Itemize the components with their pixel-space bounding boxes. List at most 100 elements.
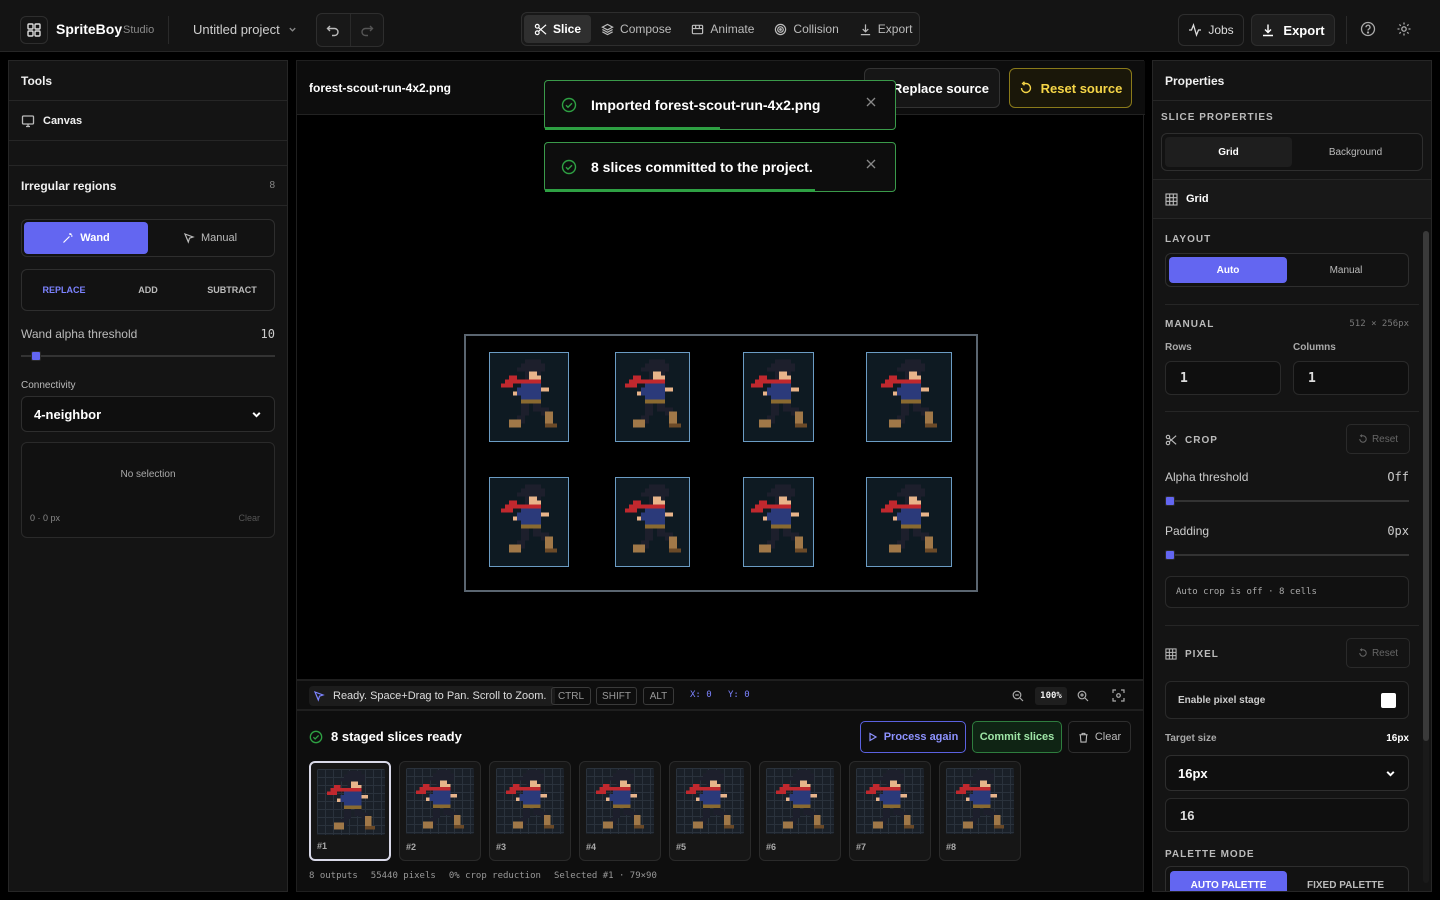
magic-wand-icon xyxy=(63,233,73,243)
tab-background[interactable]: Background xyxy=(1292,137,1419,167)
staged-slice-thumbnail[interactable]: #1 xyxy=(309,761,391,861)
slice-preview xyxy=(496,768,564,834)
alpha-threshold-slider[interactable] xyxy=(1165,495,1409,507)
padding-slider[interactable] xyxy=(1165,549,1409,561)
fit-view-icon[interactable] xyxy=(1112,689,1125,702)
target-size-input[interactable]: 16 xyxy=(1165,798,1409,832)
undo-icon xyxy=(326,25,339,37)
target-size-value: 16px xyxy=(1386,733,1409,744)
jobs-button[interactable]: Jobs xyxy=(1178,14,1244,46)
staged-slices-panel: 8 staged slices ready Process again Comm… xyxy=(296,710,1144,892)
project-selector[interactable]: Untitled project xyxy=(193,22,297,37)
staged-slice-thumbnail[interactable]: #4 xyxy=(579,761,661,861)
op-add[interactable]: ADD xyxy=(106,270,190,310)
key-shift: SHIFT xyxy=(596,687,637,705)
tab-grid[interactable]: Grid xyxy=(1165,137,1292,167)
enable-pixel-stage-row[interactable]: Enable pixel stage xyxy=(1165,681,1409,719)
slice-preview xyxy=(317,769,385,835)
sprite-frame[interactable] xyxy=(615,477,690,567)
reset-source-button[interactable]: Reset source xyxy=(1009,68,1132,108)
crop-note: Auto crop is off · 8 cells xyxy=(1165,576,1409,608)
staged-slice-thumbnail[interactable]: #2 xyxy=(399,761,481,861)
auto-palette-tab[interactable]: AUTO PALETTE xyxy=(1170,871,1287,891)
zoom-in-icon[interactable] xyxy=(1077,690,1089,702)
columns-label: Columns xyxy=(1293,342,1336,353)
clear-staged-button[interactable]: Clear xyxy=(1068,721,1131,753)
close-icon[interactable] xyxy=(865,158,877,170)
commit-slices-button[interactable]: Commit slices xyxy=(972,721,1062,753)
staged-slice-thumbnail[interactable]: #8 xyxy=(939,761,1021,861)
canvas-tool[interactable]: Canvas xyxy=(9,101,287,141)
scrollbar-thumb[interactable] xyxy=(1423,231,1429,741)
layout-manual[interactable]: Manual xyxy=(1287,257,1405,283)
tab-slice[interactable]: Slice xyxy=(524,15,592,43)
sprite-frame[interactable] xyxy=(743,352,814,442)
slice-number: #5 xyxy=(676,842,687,852)
selection-info: No selection 0 · 0 px Clear xyxy=(21,442,275,538)
sprite-frame[interactable] xyxy=(743,477,814,567)
tab-compose[interactable]: Compose xyxy=(591,15,681,43)
staged-slice-thumbnail[interactable]: #6 xyxy=(759,761,841,861)
slice-preview xyxy=(766,768,834,834)
crop-header: CROP xyxy=(1165,434,1218,446)
redo-icon xyxy=(361,25,374,37)
enable-pixel-checkbox[interactable] xyxy=(1381,692,1396,708)
slice-preview xyxy=(676,768,744,834)
help-icon[interactable] xyxy=(1359,20,1377,38)
connectivity-select[interactable]: 4-neighbor xyxy=(21,396,275,432)
divider xyxy=(1165,304,1419,305)
clear-selection-button[interactable]: Clear xyxy=(238,513,260,523)
slice-number: #2 xyxy=(406,842,417,852)
irregular-regions-header[interactable]: Irregular regions 8 xyxy=(9,166,287,206)
sprite-frame[interactable] xyxy=(866,352,952,442)
tab-export[interactable]: Export xyxy=(849,15,923,43)
sprite-image xyxy=(621,484,685,560)
layers-icon xyxy=(601,23,614,35)
fixed-palette-tab[interactable]: FIXED PALETTE xyxy=(1287,871,1404,891)
export-button[interactable]: Export xyxy=(1251,14,1335,46)
wand-threshold-value: 10 xyxy=(260,327,275,341)
slider-thumb[interactable] xyxy=(1165,496,1175,506)
staged-slice-thumbnail[interactable]: #7 xyxy=(849,761,931,861)
columns-input[interactable]: 1 xyxy=(1293,361,1409,395)
undo-button[interactable] xyxy=(317,14,350,46)
settings-gear-icon[interactable] xyxy=(1395,20,1413,38)
sprite-frame[interactable] xyxy=(615,352,690,442)
spacer xyxy=(9,141,287,166)
palette-mode-toggle: AUTO PALETTE FIXED PALETTE xyxy=(1165,866,1409,891)
layout-auto[interactable]: Auto xyxy=(1169,257,1287,283)
toast-progress xyxy=(545,127,720,130)
wand-tool-button[interactable]: Wand xyxy=(24,222,148,254)
close-icon[interactable] xyxy=(865,96,877,108)
op-subtract[interactable]: SUBTRACT xyxy=(190,270,274,310)
divider xyxy=(1346,16,1347,44)
film-icon xyxy=(692,24,704,34)
tab-collision[interactable]: Collision xyxy=(764,15,848,43)
sprite-sheet[interactable] xyxy=(464,334,978,592)
crop-reset-button[interactable]: Reset xyxy=(1346,424,1410,454)
op-replace[interactable]: REPLACE xyxy=(22,270,106,310)
rows-input[interactable]: 1 xyxy=(1165,361,1281,395)
tab-animate[interactable]: Animate xyxy=(681,15,764,43)
zoom-out-icon[interactable] xyxy=(1012,690,1024,702)
manual-tool-button[interactable]: Manual xyxy=(148,222,272,254)
redo-button[interactable] xyxy=(349,14,384,46)
staged-slice-thumbnail[interactable]: #5 xyxy=(669,761,751,861)
process-again-button[interactable]: Process again xyxy=(860,721,966,753)
app-grid-icon[interactable] xyxy=(20,16,48,44)
check-circle-icon xyxy=(309,730,323,743)
sprite-frame[interactable] xyxy=(489,352,569,442)
slider-thumb[interactable] xyxy=(1165,550,1175,560)
sprite-frame[interactable] xyxy=(489,477,569,567)
slider-thumb[interactable] xyxy=(30,351,41,361)
grid-section-header[interactable]: Grid xyxy=(1153,179,1431,219)
toast-progress xyxy=(545,189,815,192)
slice-preview xyxy=(406,768,474,834)
target-size-select[interactable]: 16px xyxy=(1165,755,1409,791)
wand-threshold-slider[interactable] xyxy=(21,350,275,362)
staged-slice-thumbnail[interactable]: #3 xyxy=(489,761,571,861)
scrollbar[interactable] xyxy=(1423,231,1429,883)
sprite-frame[interactable] xyxy=(866,477,952,567)
zoom-level[interactable]: 100% xyxy=(1035,687,1067,705)
pixel-reset-button[interactable]: Reset xyxy=(1346,638,1410,668)
